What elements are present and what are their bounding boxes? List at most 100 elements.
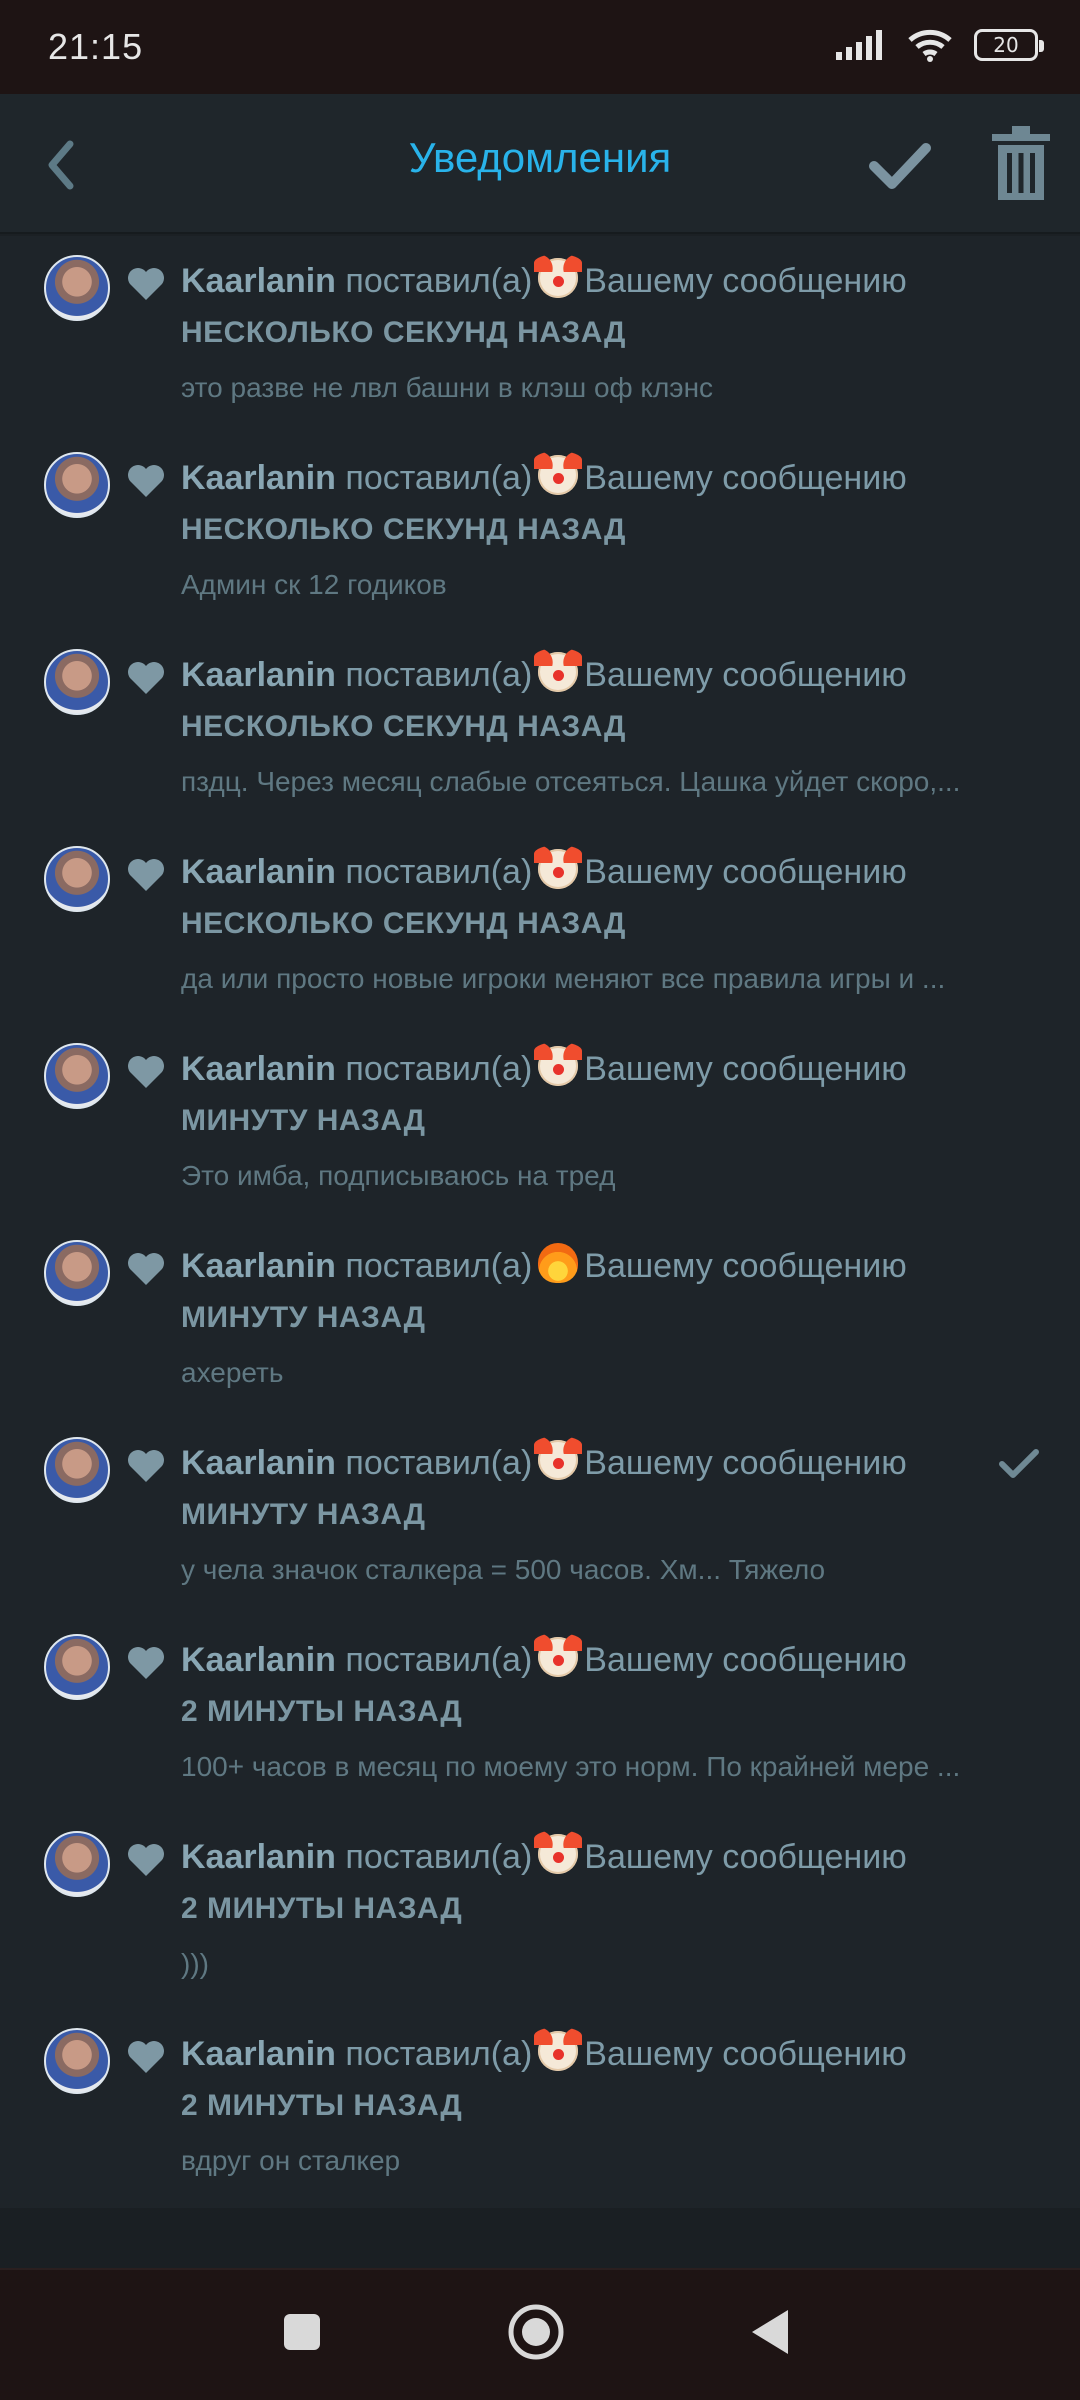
target-text: Вашему сообщению [584,459,907,497]
status-time: 21:15 [48,26,144,67]
message-preview: 100+ часов в месяц по моему это норм. По… [181,1751,961,1782]
heart-icon [128,859,164,891]
message-preview: ахереть [181,1357,284,1388]
clown-emoji-icon [534,845,583,889]
user-name[interactable]: Kaarlanin [181,1641,336,1679]
heart-icon [128,1253,164,1285]
notification-text: Kaarlanin поставил(а) Вашему сообщению [181,2027,1000,2074]
heart-icon [128,1450,164,1482]
user-name[interactable]: Kaarlanin [181,1838,336,1876]
action-text: поставил(а) [345,1838,533,1876]
clown-emoji-icon [534,254,583,298]
notification-time: МИНУТУ НАЗАД [181,1104,426,1137]
target-text: Вашему сообщению [584,1838,907,1876]
heart-icon [128,662,164,694]
recents-square-icon[interactable] [280,2310,324,2354]
notification-time: НЕСКОЛЬКО СЕКУНД НАЗАД [181,710,626,743]
list-footer-space [0,2208,1080,2268]
notification-item[interactable]: Kaarlanin поставил(а) Вашему сообщению НЕ… [0,433,1080,630]
app-header: Уведомления [0,94,1080,234]
target-text: Вашему сообщению [584,262,907,300]
notification-time: 2 МИНУТЫ НАЗАД [181,2089,463,2122]
user-name[interactable]: Kaarlanin [181,1247,336,1285]
battery-level: 20 [993,33,1019,57]
fire-emoji-icon [538,1243,579,1283]
avatar[interactable] [44,649,110,715]
clown-emoji-icon [534,648,583,692]
notification-text: Kaarlanin поставил(а) Вашему сообщению [181,1830,1000,1877]
user-name[interactable]: Kaarlanin [181,1050,336,1088]
target-text: Вашему сообщению [584,656,907,694]
user-name[interactable]: Kaarlanin [181,262,336,300]
notification-time: НЕСКОЛЬКО СЕКУНД НАЗАД [181,316,626,349]
action-text: поставил(а) [345,656,533,694]
user-name[interactable]: Kaarlanin [181,853,336,891]
notification-text: Kaarlanin поставил(а) Вашему сообщению [181,1436,1000,1483]
target-text: Вашему сообщению [584,1444,907,1482]
avatar[interactable] [44,1043,110,1109]
heart-icon [128,1844,164,1876]
action-text: поставил(а) [345,2035,533,2073]
heart-icon [128,2041,164,2073]
avatar[interactable] [44,1240,110,1306]
message-preview: это разве не лвл башни в клэш оф клэнс [181,372,714,403]
avatar[interactable] [44,452,110,518]
notification-item[interactable]: Kaarlanin поставил(а) Вашему сообщению НЕ… [0,630,1080,827]
user-name[interactable]: Kaarlanin [181,656,336,694]
message-preview: вдруг он сталкер [181,2145,401,2176]
signal-icon [836,30,882,60]
battery-icon: 20 [974,29,1044,61]
notification-item[interactable]: Kaarlanin поставил(а) Вашему сообщению 2 … [0,1812,1080,2009]
target-text: Вашему сообщению [584,2035,907,2073]
avatar[interactable] [44,1437,110,1503]
clown-emoji-icon [534,1042,583,1086]
avatar[interactable] [44,846,110,912]
trash-icon[interactable] [990,124,1052,202]
action-text: поставил(а) [345,1247,533,1285]
heart-icon [128,1056,164,1088]
notification-item[interactable]: Kaarlanin поставил(а) Вашему сообщению НЕ… [0,236,1080,433]
notification-item[interactable]: Kaarlanin поставил(а) Вашему сообщению НЕ… [0,827,1080,1024]
notification-time: 2 МИНУТЫ НАЗАД [181,1695,463,1728]
target-text: Вашему сообщению [584,1247,907,1285]
clown-emoji-icon [534,1436,583,1480]
back-triangle-icon[interactable] [748,2306,792,2358]
avatar[interactable] [44,255,110,321]
user-name[interactable]: Kaarlanin [181,459,336,497]
checkmark-icon[interactable] [862,128,936,202]
heart-icon [128,268,164,300]
message-preview: Это имба, подписываюсь на тред [181,1160,616,1191]
user-name[interactable]: Kaarlanin [181,2035,336,2073]
notification-item[interactable]: Kaarlanin поставил(а) Вашему сообщению МИ… [0,1418,1080,1615]
notifications-list: Kaarlanin поставил(а) Вашему сообщению НЕ… [0,236,1080,2208]
message-preview: пздц. Через месяц слабые отсеяться. Цашк… [181,766,961,797]
message-preview: Админ ск 12 годиков [181,569,447,600]
status-icons: 20 [836,28,1044,62]
target-text: Вашему сообщению [584,1050,907,1088]
notification-text: Kaarlanin поставил(а) Вашему сообщению [181,254,1000,301]
notification-text: Kaarlanin поставил(а) Вашему сообщению [181,648,1000,695]
user-name[interactable]: Kaarlanin [181,1444,336,1482]
notification-item[interactable]: Kaarlanin поставил(а) Вашему сообщению МИ… [0,1024,1080,1221]
message-preview: ))) [181,1948,209,1979]
heart-icon [128,1647,164,1679]
avatar[interactable] [44,1634,110,1700]
notification-item[interactable]: Kaarlanin поставил(а) Вашему сообщению 2 … [0,1615,1080,1812]
status-bar: 21:15 20 [0,0,1080,94]
action-text: поставил(а) [345,262,533,300]
home-circle-icon[interactable] [506,2302,566,2362]
notification-time: 2 МИНУТЫ НАЗАД [181,1892,463,1925]
notification-item[interactable]: Kaarlanin поставил(а) Вашему сообщению МИ… [0,1221,1080,1418]
notification-time: МИНУТУ НАЗАД [181,1301,426,1334]
notification-text: Kaarlanin поставил(а) Вашему сообщению [181,1042,1000,1089]
action-text: поставил(а) [345,1641,533,1679]
clown-emoji-icon [534,1633,583,1677]
clown-emoji-icon [534,2027,583,2071]
message-preview: да или просто новые игроки меняют все пр… [181,963,946,994]
action-text: поставил(а) [345,1444,533,1482]
notification-text: Kaarlanin поставил(а) Вашему сообщению [181,845,1000,892]
avatar[interactable] [44,2028,110,2094]
notification-time: НЕСКОЛЬКО СЕКУНД НАЗАД [181,513,626,546]
avatar[interactable] [44,1831,110,1897]
notification-item[interactable]: Kaarlanin поставил(а) Вашему сообщению 2 … [0,2009,1080,2206]
